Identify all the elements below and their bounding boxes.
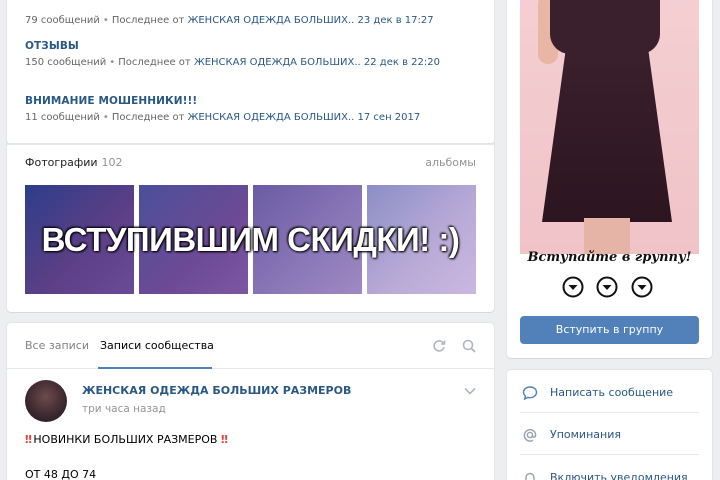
- action-label: Включить уведомления: [550, 471, 688, 480]
- topic-last-date-link[interactable]: 23 дек в 17:27: [358, 15, 434, 26]
- arrow-down-circle-icon: [596, 276, 618, 298]
- post-text: НОВИНКИ БОЛЬШИХ РАЗМЕРОВ: [33, 433, 218, 446]
- mentions-action[interactable]: Упоминания: [520, 415, 699, 455]
- photo-banner-text: ВСТУПИВШИМ СКИДКИ! :): [41, 221, 460, 258]
- topic-title[interactable]: ВНИМАНИЕ МОШЕННИКИ!!!: [25, 95, 420, 107]
- post-author-link[interactable]: ЖЕНСКАЯ ОДЕЖДА БОЛЬШИХ РАЗМЕРОВ: [82, 384, 351, 397]
- write-message-action[interactable]: Написать сообщение: [520, 373, 699, 413]
- search-icon[interactable]: [461, 338, 477, 354]
- photos-count: 102: [101, 156, 123, 169]
- topic-message-count: 11 сообщений: [25, 112, 100, 123]
- topic-last-prefix: Последнее от: [111, 112, 185, 123]
- action-label: Упоминания: [550, 428, 621, 441]
- topic-last-prefix: Последнее от: [118, 57, 191, 68]
- arrow-down-circle-icon: [562, 276, 584, 298]
- albums-link[interactable]: альбомы: [425, 156, 476, 169]
- topic-meta: 79 сообщений • Последнее от ЖЕНСКАЯ ОДЕЖДА…: [25, 15, 434, 26]
- notifications-action[interactable]: Включить уведомления: [520, 458, 699, 480]
- post-timestamp[interactable]: три часа назад: [82, 403, 166, 415]
- at-icon: [523, 429, 537, 442]
- topic-message-count: 79 сообщений: [25, 15, 100, 26]
- cover-arrow-circles: [507, 276, 712, 300]
- photo-strip: ВСТУПИВШИМ СКИДКИ! :): [25, 185, 476, 294]
- tab-all-posts[interactable]: Все записи: [25, 339, 89, 352]
- topic-item[interactable]: 79 сообщений • Последнее от ЖЕНСКАЯ ОДЕЖДА…: [25, 10, 434, 26]
- topic-title[interactable]: ОТЗЫВЫ: [25, 40, 440, 52]
- chevron-down-icon[interactable]: [464, 387, 476, 395]
- wall-tabs: Все записи Записи сообщества: [7, 323, 494, 369]
- photos-label[interactable]: Фотографии: [25, 156, 98, 169]
- community-cover-block: Вступайте в группу! Вступить в группу: [507, 0, 712, 358]
- topic-last-date-link[interactable]: 17 сен 2017: [358, 112, 421, 123]
- refresh-icon[interactable]: [431, 338, 447, 354]
- exclamation-emoji: ‼: [25, 433, 32, 446]
- topic-last-author-link[interactable]: ЖЕНСКАЯ ОДЕЖДА БОЛЬШИХ..: [194, 57, 361, 68]
- topic-last-prefix: Последнее от: [111, 15, 185, 26]
- topic-meta: 11 сообщений • Последнее от ЖЕНСКАЯ ОДЕЖДА…: [25, 112, 421, 123]
- cover-image[interactable]: [520, 0, 699, 254]
- topic-item[interactable]: ВНИМАНИЕ МОШЕННИКИ!!! 11 сообщений • После…: [25, 95, 420, 123]
- active-tab-indicator: [98, 367, 212, 369]
- tab-community-posts[interactable]: Записи сообщества: [100, 339, 214, 352]
- post-avatar[interactable]: [25, 380, 67, 422]
- message-icon: [522, 386, 538, 401]
- arrow-down-circle-icon: [631, 276, 653, 298]
- exclamation-emoji: ‼: [220, 433, 228, 446]
- photos-header[interactable]: Фотографии 102: [25, 156, 123, 169]
- topic-item[interactable]: ОТЗЫВЫ 150 сообщений • Последнее от ЖЕНСКА…: [25, 40, 440, 68]
- cover-figure-dress-skirt: [542, 52, 672, 222]
- topic-last-date-link[interactable]: 22 дек в 22:20: [364, 57, 440, 68]
- topic-last-author-link[interactable]: ЖЕНСКАЯ ОДЕЖДА БОЛЬШИХ..: [188, 15, 355, 26]
- cover-caption: Вступайте в группу!: [527, 250, 692, 265]
- action-label: Написать сообщение: [550, 386, 674, 399]
- post-text-line: ‼ НОВИНКИ БОЛЬШИХ РАЗМЕРОВ ‼: [25, 433, 228, 446]
- cover-figure-dress-top: [550, 0, 660, 54]
- topic-last-author-link[interactable]: ЖЕНСКАЯ ОДЕЖДА БОЛЬШИХ..: [188, 112, 355, 123]
- cover-figure-legs: [584, 218, 630, 254]
- topic-message-count: 150 сообщений: [25, 57, 107, 68]
- photos-block: Фотографии 102 альбомы ВСТУПИВШИМ СКИДКИ!…: [7, 144, 494, 312]
- post-text-line: ОТ 48 ДО 74: [25, 468, 97, 480]
- bell-icon: [525, 472, 535, 480]
- topics-block: 79 сообщений • Последнее от ЖЕНСКАЯ ОДЕЖДА…: [7, 0, 494, 144]
- topic-meta: 150 сообщений • Последнее от ЖЕНСКАЯ ОДЕЖД…: [25, 57, 440, 68]
- wall-block: Все записи Записи сообщества ЖЕНСКАЯ ОДЕ…: [7, 323, 494, 480]
- join-group-button[interactable]: Вступить в группу: [520, 316, 699, 344]
- community-actions-block: Написать сообщение Упоминания Включить у…: [507, 370, 712, 480]
